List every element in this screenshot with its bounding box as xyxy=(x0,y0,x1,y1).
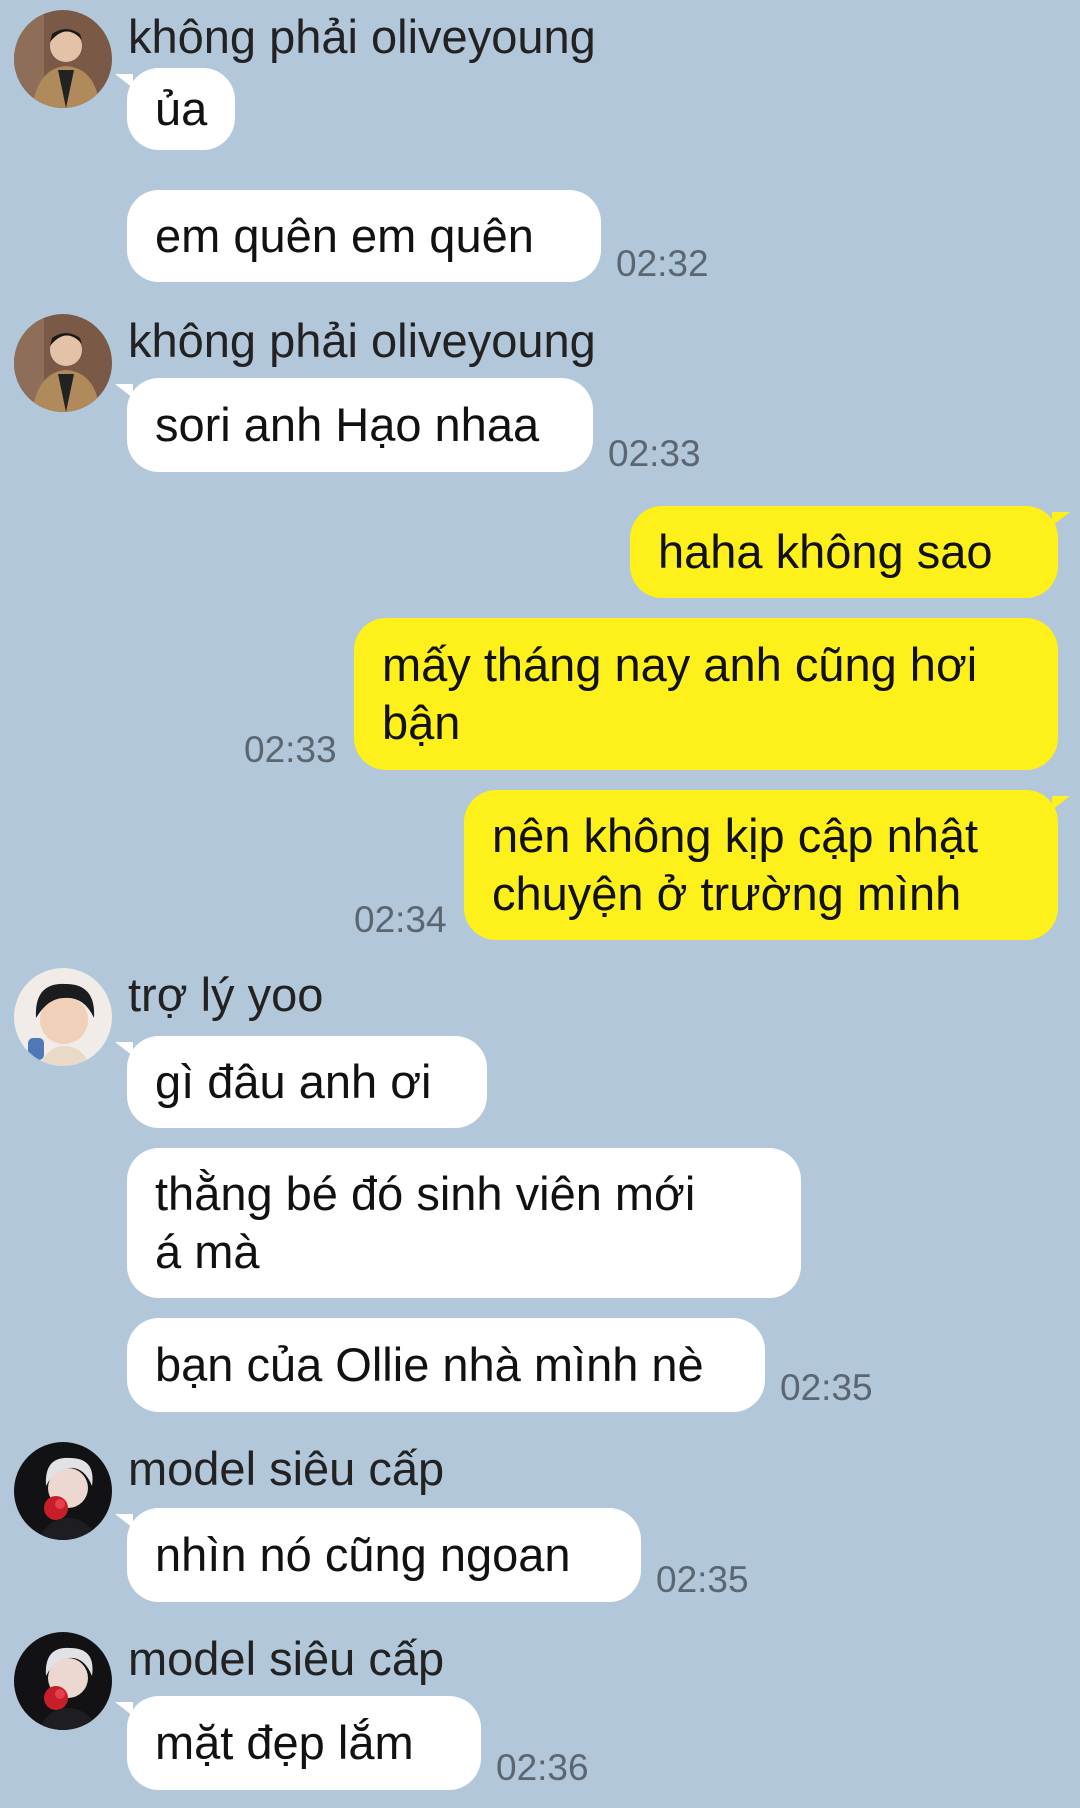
profile-photo-boy-dark-hair-icon xyxy=(14,968,112,1066)
sender-name: không phải oliveyoung xyxy=(128,314,596,367)
message-timestamp: 02:35 xyxy=(656,1559,749,1600)
message-timestamp: 02:33 xyxy=(244,729,337,770)
profile-photo-man-jacket-icon xyxy=(14,10,112,108)
message-bubble[interactable]: sori anh Hạo nhaa xyxy=(115,378,593,472)
message-bubble[interactable]: mấy tháng nay anh cũng hơi bận xyxy=(354,618,1058,770)
message-bubble[interactable]: bạn của Ollie nhà mình nè xyxy=(127,1318,765,1412)
message-bubble[interactable]: gì đâu anh ơi xyxy=(115,1036,487,1128)
message-timestamp: 02:36 xyxy=(496,1747,589,1788)
avatar-tro-ly-yoo[interactable] xyxy=(14,968,112,1066)
message-timestamp: 02:32 xyxy=(616,243,709,284)
message-bubble[interactable]: nhìn nó cũng ngoan xyxy=(115,1508,641,1602)
sender-name: không phải oliveyoung xyxy=(128,10,596,63)
sender-name: model siêu cấp xyxy=(128,1442,445,1495)
message-timestamp: 02:33 xyxy=(608,433,701,474)
chat-area[interactable]: không phải oliveyoung ủa em quên em quên… xyxy=(0,0,1080,1808)
avatar-khong-phai-oliveyoung[interactable] xyxy=(14,10,112,108)
message-timestamp: 02:35 xyxy=(780,1367,873,1408)
profile-photo-silver-hair-icon xyxy=(14,1632,112,1730)
avatar-khong-phai-oliveyoung[interactable] xyxy=(14,314,112,412)
message-bubble[interactable]: em quên em quên xyxy=(127,190,601,282)
message-bubble[interactable]: haha không sao xyxy=(630,506,1070,598)
sender-name: trợ lý yoo xyxy=(128,968,324,1021)
message-bubble[interactable]: thằng bé đó sinh viên mới á mà xyxy=(127,1148,801,1298)
sender-name: model siêu cấp xyxy=(128,1632,445,1685)
message-bubble[interactable]: ủa xyxy=(115,68,235,150)
profile-photo-man-jacket-icon xyxy=(14,314,112,412)
avatar-model-sieu-cap[interactable] xyxy=(14,1442,112,1540)
message-timestamp: 02:34 xyxy=(354,899,447,940)
profile-photo-silver-hair-icon xyxy=(14,1442,112,1540)
message-bubble[interactable]: nên không kịp cập nhật chuyện ở trường m… xyxy=(464,790,1070,940)
avatar-model-sieu-cap[interactable] xyxy=(14,1632,112,1730)
message-bubble[interactable]: mặt đẹp lắm xyxy=(115,1696,481,1790)
